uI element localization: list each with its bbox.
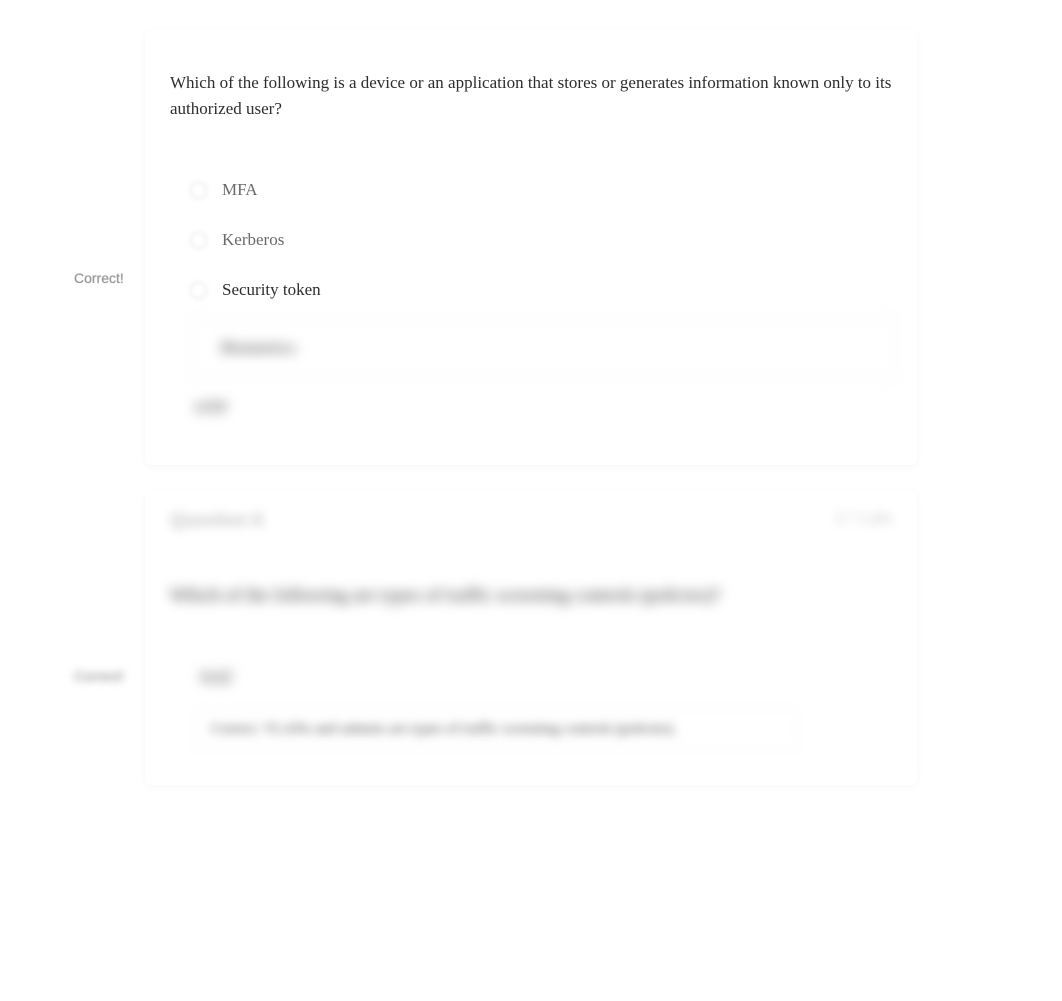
answer-option-blurred: OTP [195,398,227,418]
answer-option-label: Security token [222,280,321,300]
answer-option[interactable]: MFA [190,165,897,215]
question-prompt-blurred: Which of the following are types of traf… [170,583,892,610]
radio-icon [190,282,207,299]
answer-option-label: MFA [222,180,258,200]
answer-option-label: OTP [195,398,227,417]
question-header: Question 6 1 / 1 pts [170,510,892,540]
answer-options: MFA Kerberos Security token [190,165,897,315]
answer-explanation-blurred: Correct. VLANs and subnets are types of … [195,708,797,750]
answer-option-blurred: NAT [200,668,233,688]
question-card: Which of the following is a device or an… [145,30,917,465]
feedback-correct-label: Correct! [74,270,124,286]
answer-option[interactable]: Kerberos [190,215,897,265]
radio-icon [190,182,207,199]
question-prompt: Which of the following is a device or an… [170,70,892,121]
answer-option[interactable]: Security token [190,265,897,315]
question-number-label: Question 6 [170,510,263,530]
answer-option-label: Biometrics [221,338,296,358]
question-card: Question 6 1 / 1 pts Which of the follow… [145,490,917,785]
answer-option-blurred: Biometrics [190,315,897,381]
answer-option-label: NAT [200,668,233,687]
bottom-fade-overlay [0,751,1062,1001]
answer-explanation-text: Correct. VLANs and subnets are types of … [211,721,676,738]
feedback-correct-label: Correct! [74,668,124,684]
radio-icon [190,232,207,249]
answer-option-label: Kerberos [222,230,284,250]
question-points: 1 / 1 pts [835,510,892,528]
